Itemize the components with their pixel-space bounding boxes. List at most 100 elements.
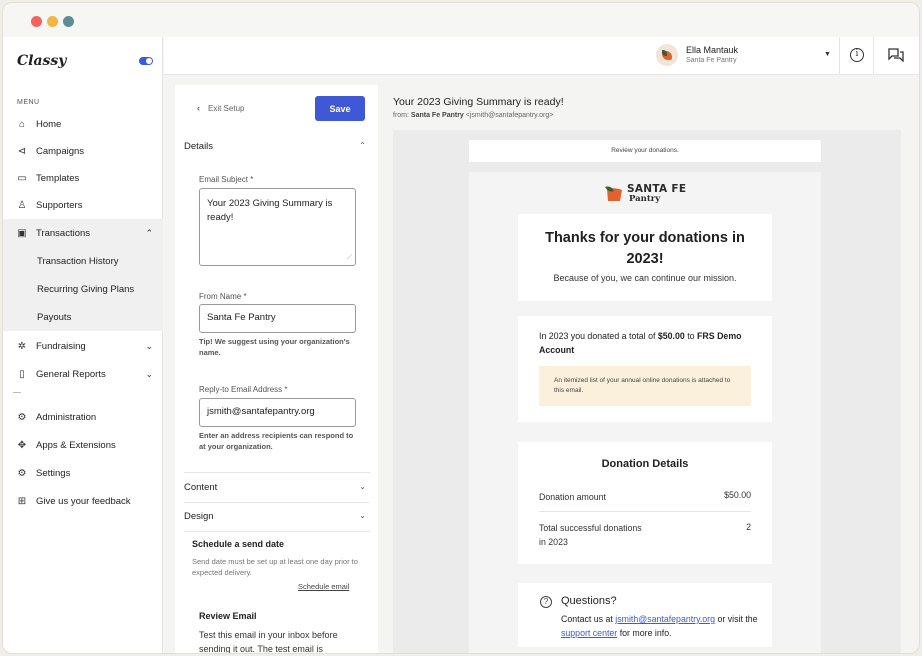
section-label: Details	[184, 141, 214, 152]
sidebar-toggle[interactable]	[139, 57, 153, 65]
chevron-down-icon: ⌄	[359, 511, 366, 520]
thanks-card: Thanks for your donations in 2023! Becau…	[518, 214, 772, 301]
thanks-title: Thanks for your donations in 2023!	[545, 230, 745, 268]
sidebar-item-recurring-giving-plans[interactable]: Recurring Giving Plans	[3, 275, 163, 303]
sidebar-item-feedback[interactable]: ⊞ Give us your feedback	[3, 488, 163, 514]
total-card: In 2023 you donated a total of $50.00 to…	[518, 316, 772, 422]
sidebar-item-label: General Reports	[36, 368, 106, 380]
chevron-left-icon: ‹	[197, 103, 200, 113]
contact-email-link[interactable]: jsmith@santafepantry.org	[615, 614, 715, 624]
divider	[184, 502, 370, 503]
section-label: Design	[184, 511, 214, 522]
attachment-note: An itemized list of your annual online d…	[539, 366, 751, 406]
brand-logo: SANTA FE Pantry	[605, 182, 695, 206]
sidebar-item-label: Settings	[36, 467, 71, 479]
support-center-link[interactable]: support center	[561, 628, 617, 638]
setup-panel: ‹ Exit Setup Save Details ⌃ Email Subject…	[175, 85, 378, 654]
sidebar-item-label: Give us your feedback	[36, 495, 131, 507]
sidebar-item-label: Campaigns	[36, 145, 85, 157]
total-to: to	[687, 331, 695, 341]
app-logo[interactable]: Classy	[17, 53, 66, 69]
email-subject-value: Your 2023 Giving Summary is ready!	[207, 198, 333, 223]
review-bar: Review your donations.	[469, 140, 821, 162]
save-button[interactable]: Save	[315, 96, 365, 121]
transactions-icon: ▣	[17, 227, 27, 239]
chevron-down-icon: ⌄	[359, 482, 366, 491]
sidebar-item-transactions[interactable]: ▣ Transactions ⌃	[3, 219, 163, 247]
sidebar-item-administration[interactable]: ⚙ Administration	[3, 404, 163, 430]
from-email: <jsmith@santafepantry.org>	[465, 112, 554, 119]
chevron-down-icon: ⌄	[145, 340, 153, 351]
sidebar-item-campaigns[interactable]: ⊲ Campaigns	[3, 138, 163, 164]
schedule-title: Schedule a send date	[192, 539, 285, 549]
menu-label: MENU	[17, 99, 40, 106]
supporters-icon: ♙	[17, 199, 27, 211]
preview-from: from: Santa Fe Pantry <jsmith@santafepan…	[393, 112, 553, 119]
fundraising-icon: ✲	[17, 340, 27, 352]
home-icon: ⌂	[18, 118, 26, 130]
sidebar-item-label: Supporters	[36, 199, 83, 211]
sidebar-item-settings[interactable]: ⚙ Settings	[3, 460, 163, 486]
resize-grip-icon[interactable]: ⟋	[347, 253, 352, 263]
chevron-up-icon: ⌃	[359, 141, 366, 150]
review-email-text: Test this email in your inbox before sen…	[199, 630, 338, 654]
from-name-field[interactable]: Santa Fe Pantry	[199, 304, 356, 333]
questions-suffix: for more info.	[619, 628, 672, 639]
sidebar: Classy MENU ⌂ Home ⊲ Campaigns ▭ Templat…	[3, 37, 163, 653]
total-successful-label: Total successful donations in 2023	[539, 523, 642, 548]
megaphone-icon: ⊲	[17, 145, 27, 157]
donation-amount-value: $50.00	[724, 490, 751, 500]
sidebar-item-templates[interactable]: ▭ Templates	[3, 165, 163, 191]
admin-icon: ⚙	[17, 411, 27, 423]
email-subject-label: Email Subject *	[199, 175, 254, 184]
reply-to-field[interactable]: jsmith@santafepantry.org	[199, 398, 356, 427]
divider	[539, 511, 751, 512]
maximize-window-button[interactable]	[63, 16, 74, 27]
brand-name: SANTA FE	[627, 183, 687, 195]
sidebar-item-apps-extensions[interactable]: ✥ Apps & Extensions	[3, 432, 163, 458]
sidebar-item-label: Apps & Extensions	[36, 439, 116, 451]
thanks-subtitle: Because of you, we can continue our miss…	[553, 273, 737, 283]
header-divider	[839, 37, 840, 75]
template-icon: ▭	[17, 172, 27, 184]
sidebar-item-label: Fundraising	[36, 340, 86, 352]
close-window-button[interactable]	[31, 16, 42, 27]
from-name-label: From Name *	[199, 292, 247, 301]
donation-details-card: Donation Details Donation amount $50.00 …	[518, 442, 772, 564]
chevron-down-icon: ⌄	[145, 368, 153, 379]
chat-icon[interactable]	[888, 48, 904, 62]
from-prefix: from:	[393, 112, 409, 119]
app-window: Classy MENU ⌂ Home ⊲ Campaigns ▭ Templat…	[2, 2, 920, 654]
caret-down-icon[interactable]: ▼	[824, 51, 831, 58]
sidebar-item-general-reports[interactable]: ▯ General Reports ⌄	[3, 361, 163, 387]
sidebar-item-fundraising[interactable]: ✲ Fundraising ⌄	[3, 333, 163, 359]
total-amount: $50.00	[657, 331, 685, 341]
schedule-email-link[interactable]: Schedule email	[298, 582, 349, 591]
sidebar-item-home[interactable]: ⌂ Home	[3, 111, 163, 137]
preview-subject: Your 2023 Giving Summary is ready!	[393, 96, 564, 108]
sidebar-item-label: Templates	[36, 172, 80, 184]
minimize-window-button[interactable]	[47, 16, 58, 27]
sidebar-item-supporters[interactable]: ♙ Supporters	[3, 192, 163, 218]
donation-details-title: Donation Details	[601, 458, 689, 470]
section-design-header[interactable]: Design ⌄	[184, 511, 368, 522]
questions-mid: or visit the	[717, 614, 758, 624]
user-name[interactable]: Ella Mantauk	[686, 45, 738, 55]
info-icon[interactable]: i	[850, 48, 864, 62]
sidebar-divider	[13, 392, 21, 393]
questions-title: Questions?	[561, 595, 617, 607]
sidebar-item-transaction-history[interactable]: Transaction History	[3, 247, 163, 275]
avatar[interactable]	[656, 44, 678, 66]
reply-to-tip: Enter an address recipients can respond …	[199, 431, 354, 451]
section-details-header[interactable]: Details ⌃	[184, 141, 368, 152]
sidebar-item-payouts[interactable]: Payouts	[3, 303, 163, 331]
total-successful-value: 2	[746, 522, 751, 532]
sidebar-item-label: Home	[36, 118, 62, 130]
title-bar	[3, 3, 919, 37]
header-divider	[873, 37, 874, 75]
email-subject-field[interactable]: Your 2023 Giving Summary is ready! ⟋	[199, 188, 356, 266]
section-content-header[interactable]: Content ⌄	[184, 482, 368, 493]
top-bar: Ella Mantauk Santa Fe Pantry ▼ i	[164, 37, 919, 75]
donation-amount-label: Donation amount	[539, 492, 606, 502]
exit-setup-link[interactable]: ‹ Exit Setup	[197, 103, 244, 113]
